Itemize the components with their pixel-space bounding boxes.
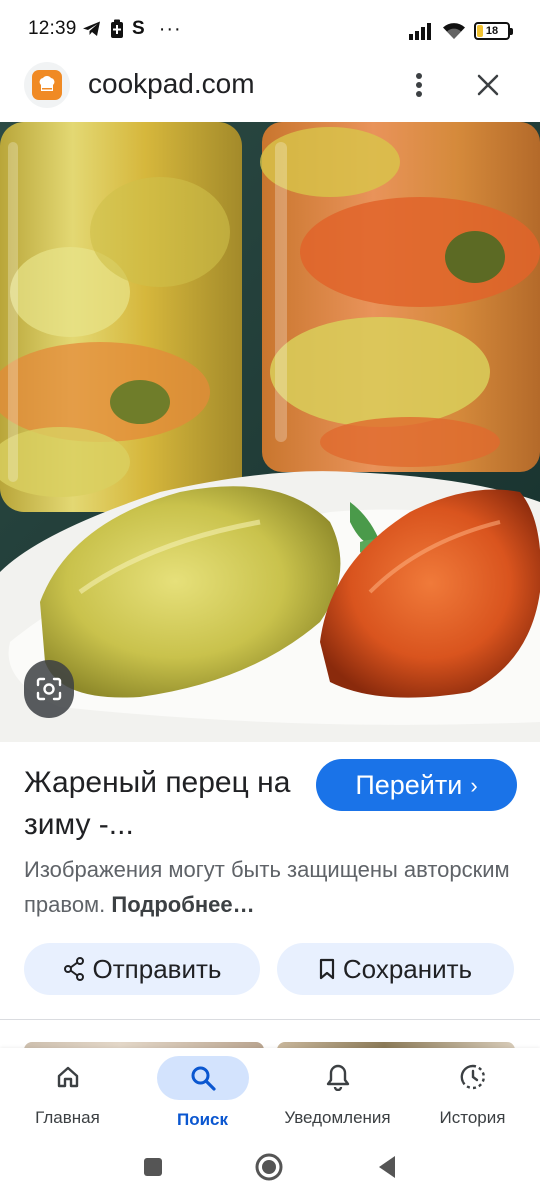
lens-icon: [36, 677, 62, 701]
cookpad-chef-hat-icon: [24, 62, 70, 108]
system-navigation-bar: [0, 1140, 540, 1200]
share-button[interactable]: Отправить: [24, 943, 260, 995]
app-notification-letter: S: [132, 18, 145, 39]
history-icon: [441, 1060, 505, 1094]
share-icon: [63, 957, 84, 981]
nav-item-history[interactable]: История: [405, 1048, 540, 1140]
nav-item-search[interactable]: Поиск: [135, 1048, 270, 1140]
search-icon: [156, 1056, 249, 1100]
nav-item-notifications[interactable]: Уведомления: [270, 1048, 405, 1140]
back-icon[interactable]: [372, 1152, 402, 1182]
recent-apps-icon[interactable]: [138, 1152, 168, 1182]
save-button[interactable]: Сохранить: [277, 943, 514, 995]
status-left-icons: S ···: [82, 18, 182, 40]
nav-label-notifications: Уведомления: [284, 1108, 391, 1127]
nav-label-home: Главная: [35, 1108, 100, 1127]
home-icon: [36, 1060, 100, 1094]
more-vert-icon[interactable]: [404, 68, 434, 102]
visit-button-label: Перейти: [355, 769, 463, 800]
copyright-notice: Изображения могут быть защищены авторски…: [24, 852, 524, 922]
signal-icon: [408, 20, 434, 42]
copyright-text: Изображения могут быть защищены авторски…: [24, 857, 510, 917]
share-button-label: Отправить: [92, 953, 222, 984]
bell-icon: [306, 1060, 370, 1094]
chevron-right-icon: ›: [470, 773, 478, 798]
nav-item-home[interactable]: Главная: [0, 1048, 135, 1140]
status-time: 12:39: [28, 18, 77, 39]
telegram-icon: [82, 18, 102, 40]
result-title[interactable]: Жареный перец на зиму -...: [24, 762, 314, 846]
save-button-label: Сохранить: [342, 953, 473, 984]
section-divider: [0, 1019, 540, 1020]
status-right-icons: 18: [408, 20, 513, 42]
result-image[interactable]: [0, 122, 540, 742]
status-bar: 12:39 S ··· 18: [0, 0, 540, 60]
pickled-peppers-photo: [0, 122, 540, 742]
visit-button[interactable]: Перейти ›: [316, 759, 517, 811]
battery-saver-icon: [110, 18, 124, 40]
battery-percent: 18: [485, 25, 499, 37]
bookmark-icon: [319, 958, 334, 980]
browser-header: cookpad.com: [0, 60, 540, 120]
nav-label-search: Поиск: [176, 1110, 229, 1129]
site-domain[interactable]: cookpad.com: [88, 68, 255, 100]
lens-search-button[interactable]: [24, 660, 74, 718]
wifi-icon: [442, 20, 466, 42]
nav-label-history: История: [439, 1108, 506, 1127]
close-icon[interactable]: [470, 68, 506, 102]
bottom-navigation: Главная Поиск Уведомления История: [0, 1048, 540, 1140]
more-notifications-indicator: ···: [158, 18, 182, 40]
home-circle-icon[interactable]: [254, 1152, 284, 1182]
battery-icon: 18: [474, 22, 513, 40]
learn-more-link[interactable]: Подробнее…: [111, 892, 254, 917]
battery-level-fill: [477, 25, 483, 37]
